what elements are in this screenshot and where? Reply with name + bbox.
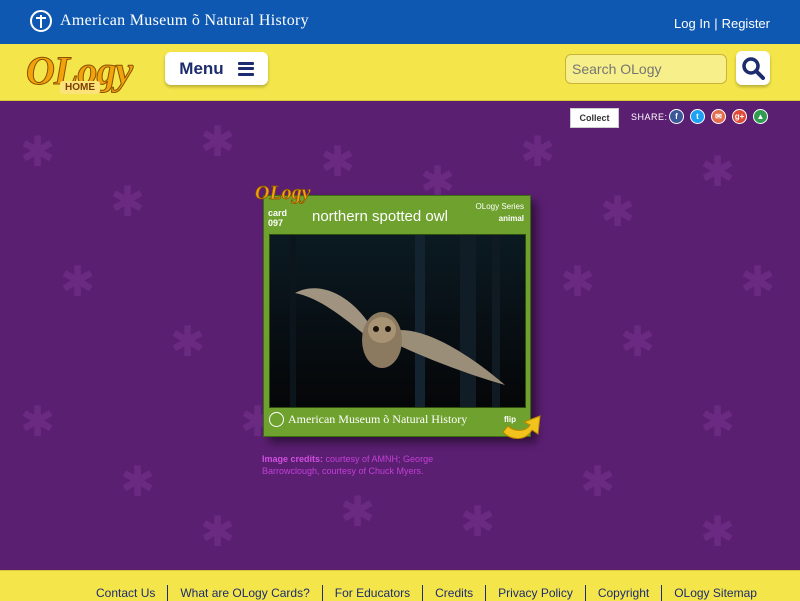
image-credits: Image credits: courtesy of AMNH; George …	[262, 453, 462, 477]
twitter-icon[interactable]: t	[690, 109, 705, 124]
menu-label: Menu	[179, 58, 224, 78]
collect-button[interactable]: Collect	[570, 108, 619, 128]
footer-links: Contact Us What are OLogy Cards? For Edu…	[90, 585, 769, 601]
museum-name: American Museum õ Natural History	[60, 12, 309, 29]
footer-link-privacy[interactable]: Privacy Policy	[485, 585, 585, 601]
card-number-value: 097	[268, 218, 284, 228]
hamburger-icon	[237, 61, 254, 76]
card-museum-name: American Museum õ Natural History	[288, 412, 468, 426]
card-number: card 097	[268, 208, 287, 228]
ology-card[interactable]: OLogy card 097 northern spotted owl OLog…	[255, 182, 531, 437]
search-input[interactable]	[565, 54, 727, 84]
share-label: SHARE:	[631, 112, 668, 122]
museum-topbar: American Museum õ Natural History Log In…	[0, 0, 800, 44]
auth-separator: |	[714, 16, 718, 31]
footer-link-what-are-cards[interactable]: What are OLogy Cards?	[167, 585, 321, 601]
footer-link-credits[interactable]: Credits	[422, 585, 485, 601]
card-title: northern spotted owl	[312, 208, 448, 225]
email-icon[interactable]: ✉	[711, 109, 726, 124]
credits-label: Image credits:	[262, 454, 324, 464]
museum-logo-icon	[30, 10, 52, 32]
footer-link-sitemap[interactable]: OLogy Sitemap	[661, 585, 769, 601]
login-link[interactable]: Log In	[674, 16, 710, 31]
series-label: OLogy Series	[475, 202, 524, 211]
flip-arrow-icon[interactable]	[500, 410, 545, 444]
museum-logo-icon	[269, 412, 284, 427]
classroom-icon[interactable]: ▲	[753, 109, 768, 124]
category-label: animal	[498, 214, 524, 223]
museum-logo[interactable]: American Museum õ Natural History	[30, 10, 309, 32]
footer-link-copyright[interactable]: Copyright	[584, 585, 661, 601]
google-plus-icon[interactable]: g+	[732, 109, 747, 124]
auth-links: Log In | Register	[674, 16, 770, 31]
search-icon	[742, 57, 765, 80]
card-label: card	[268, 208, 288, 218]
home-label: HOME	[60, 81, 100, 94]
card-museum-brand: American Museum õ Natural History	[269, 412, 467, 427]
share-icons: f t ✉ g+ ▲	[669, 109, 768, 124]
ology-home-logo[interactable]: OLogy HOME	[25, 47, 144, 105]
card-series: OLogy Series animal	[476, 201, 524, 225]
search-button[interactable]	[736, 51, 770, 85]
owl-photo	[269, 234, 526, 408]
facebook-icon[interactable]: f	[669, 109, 684, 124]
footer-link-contact[interactable]: Contact Us	[90, 585, 167, 601]
menu-button[interactable]: Menu	[165, 52, 268, 85]
card-ology-badge: OLogy	[255, 182, 311, 205]
footer-link-educators[interactable]: For Educators	[321, 585, 422, 601]
register-link[interactable]: Register	[722, 16, 770, 31]
site-footer: Contact Us What are OLogy Cards? For Edu…	[0, 570, 800, 601]
